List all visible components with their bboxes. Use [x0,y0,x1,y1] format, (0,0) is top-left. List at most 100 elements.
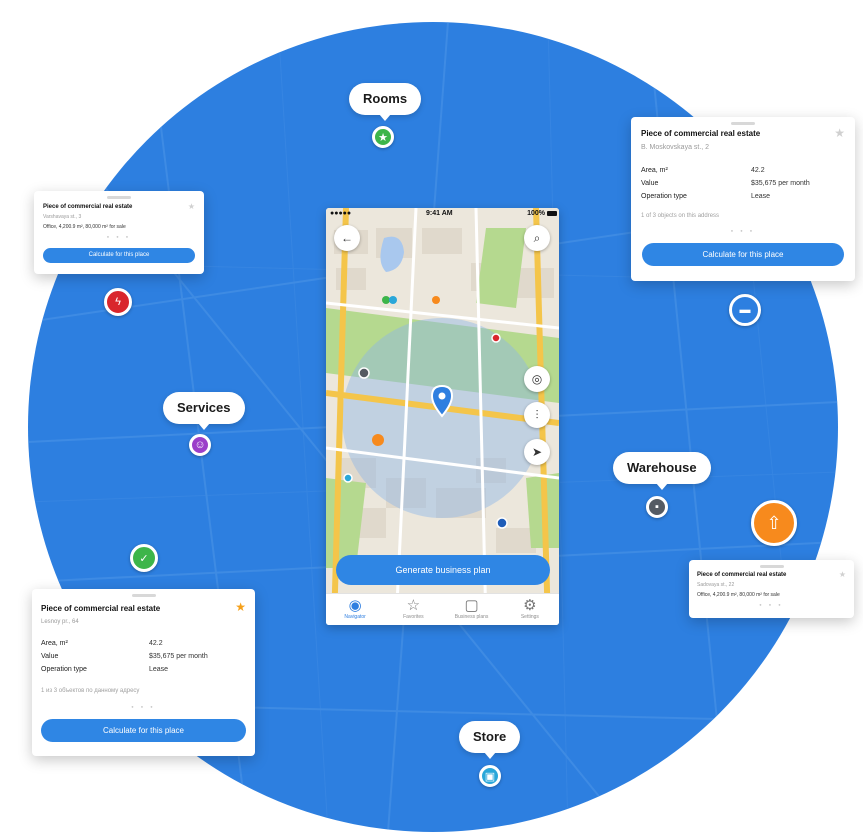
card-pagination: ● ● ● [730,228,756,233]
property-card-bottom-right[interactable]: Piece of commercial real estate ★ Sadova… [689,560,854,618]
detail-row: Value $35,675 per month [641,177,841,190]
calculate-button[interactable]: Calculate for this place [43,248,195,263]
card-drag-handle[interactable] [759,565,784,568]
signal-indicator: ●●●●● [330,210,352,217]
tab-business-plans[interactable]: ▢ Business plans [443,594,501,625]
services-label: Services [163,392,245,430]
card-pagination: ● ● ● [106,234,132,239]
battery-icon [547,211,557,216]
generate-business-plan-button[interactable]: Generate business plan [336,555,550,585]
card-drag-handle[interactable] [131,594,156,597]
tab-label: Navigator [344,614,366,620]
back-button[interactable]: ← [334,225,360,251]
tab-label: Business plans [454,614,489,620]
filter-button[interactable]: ⫶ [524,402,550,428]
detail-key: Area, m² [41,640,68,647]
calculate-button[interactable]: Calculate for this place [642,243,844,266]
detail-key: Value [41,653,59,660]
card-address: Varshavaya st., 3 [43,214,82,220]
layers-icon: ◎ [531,372,543,386]
tab-label: Settings [520,614,539,620]
car-icon: ▬ [739,304,751,316]
detail-key: Area, m² [641,167,668,174]
detail-value: $35,675 per month [149,653,208,660]
compass-icon: ◉ [348,597,362,614]
card-title: Piece of commercial real estate [41,604,161,613]
detail-value: 42.2 [149,640,163,647]
calculate-button[interactable]: Calculate for this place [41,719,246,742]
red-pin[interactable]: ϟ [104,288,132,316]
card-note: 1 из 3 объектов по данному адресу [41,688,140,694]
upload-icon: ⇧ [766,512,782,533]
green-pin[interactable]: ✓ [130,544,158,572]
handshake-icon: ✓ [139,552,149,565]
card-note: 1 of 3 objects on this address [641,213,720,219]
detail-row: Area, m² 42.2 [641,164,841,177]
property-card-bottom-left[interactable]: Piece of commercial real estate ★ Lesnoy… [32,589,255,756]
gear-icon: ⚙ [523,597,537,614]
tab-bar: ◉ Navigator ☆ Favorites ▢ Business plans ⚙ S… [326,593,559,625]
card-details-table: Area, m² 42.2 Value $35,675 per month Oper… [41,637,241,676]
card-title: Piece of commercial real estate [43,204,133,210]
property-card-top-left[interactable]: Piece of commercial real estate ★ Varsha… [34,191,204,274]
tab-favorites[interactable]: ☆ Favorites [384,594,442,625]
cart-icon: ▣ [484,770,496,783]
star-icon[interactable]: ★ [834,126,845,140]
filter-icon: ⫶ [535,407,539,422]
status-bar: ●●●●● 9:41 AM 100% [326,208,559,222]
card-detail: Office, 4,200.9 m², 80,000 m² for sale [697,592,780,598]
detail-key: Operation type [641,193,687,200]
tab-settings[interactable]: ⚙ Settings [501,594,559,625]
detail-row: Operation type Lease [41,663,241,676]
search-icon: ⌕ [533,230,541,245]
card-address: B. Moskovskaya st., 2 [641,144,710,151]
card-pagination: ● ● ● [131,704,156,709]
arrow-left-icon: ← [341,231,353,245]
star-icon[interactable]: ★ [235,600,246,614]
folder-icon: ▢ [464,597,479,614]
warehouse-pin[interactable]: ▪ [646,496,668,518]
star-icon[interactable]: ★ [188,202,195,211]
star-icon: ★ [378,131,388,144]
layers-button[interactable]: ◎ [524,366,550,392]
detail-value: Lease [751,193,771,200]
detail-key: Operation type [41,666,87,673]
battery-level: 100% [527,210,545,217]
tab-navigator[interactable]: ◉ Navigator [326,594,384,625]
card-drag-handle[interactable] [107,196,131,199]
services-pin[interactable]: ☺ [189,434,211,456]
search-button[interactable]: ⌕ [524,225,550,251]
star-icon[interactable]: ★ [839,570,846,579]
detail-value: Lease [149,666,169,673]
warehouse-label: Warehouse [613,452,711,490]
warehouse-icon: ▪ [655,501,659,513]
navigation-arrow-icon: ➤ [531,445,543,459]
store-label: Store [459,721,521,759]
lightning-icon: ϟ [115,296,121,308]
card-details-table: Area, m² 42.2 Value $35,675 per month Oper… [641,164,841,203]
card-detail: Office, 4,200.9 m², 80,000 m² for sale [43,224,126,230]
phone-screen: ●●●●● 9:41 AM 100% ← ⌕ ◎ ⫶ ➤ Generate bu… [326,208,559,625]
rooms-pin[interactable]: ★ [372,126,394,148]
card-title: Piece of commercial real estate [641,129,761,138]
orange-pin[interactable]: ⇧ [751,500,797,546]
person-icon: ☺ [194,439,206,451]
property-card-top-right[interactable]: Piece of commercial real estate ★ B. Mos… [631,117,855,281]
blue-pin[interactable]: ▬ [729,294,761,326]
detail-row: Operation type Lease [641,190,841,203]
detail-key: Value [641,180,659,187]
status-time: 9:41 AM [426,210,453,217]
rooms-label: Rooms [349,83,422,121]
tab-label: Favorites [403,614,424,620]
card-address: Sadovaya st., 22 [697,582,735,588]
card-title: Piece of commercial real estate [697,572,787,578]
detail-row: Value $35,675 per month [41,650,241,663]
store-pin[interactable]: ▣ [479,765,501,787]
card-pagination: ● ● ● [759,602,784,607]
star-icon: ☆ [406,597,421,614]
detail-value: $35,675 per month [751,180,810,187]
card-drag-handle[interactable] [731,122,755,125]
detail-row: Area, m² 42.2 [41,637,241,650]
locate-button[interactable]: ➤ [524,439,550,465]
card-address: Lesnoy pr., 64 [41,619,79,625]
